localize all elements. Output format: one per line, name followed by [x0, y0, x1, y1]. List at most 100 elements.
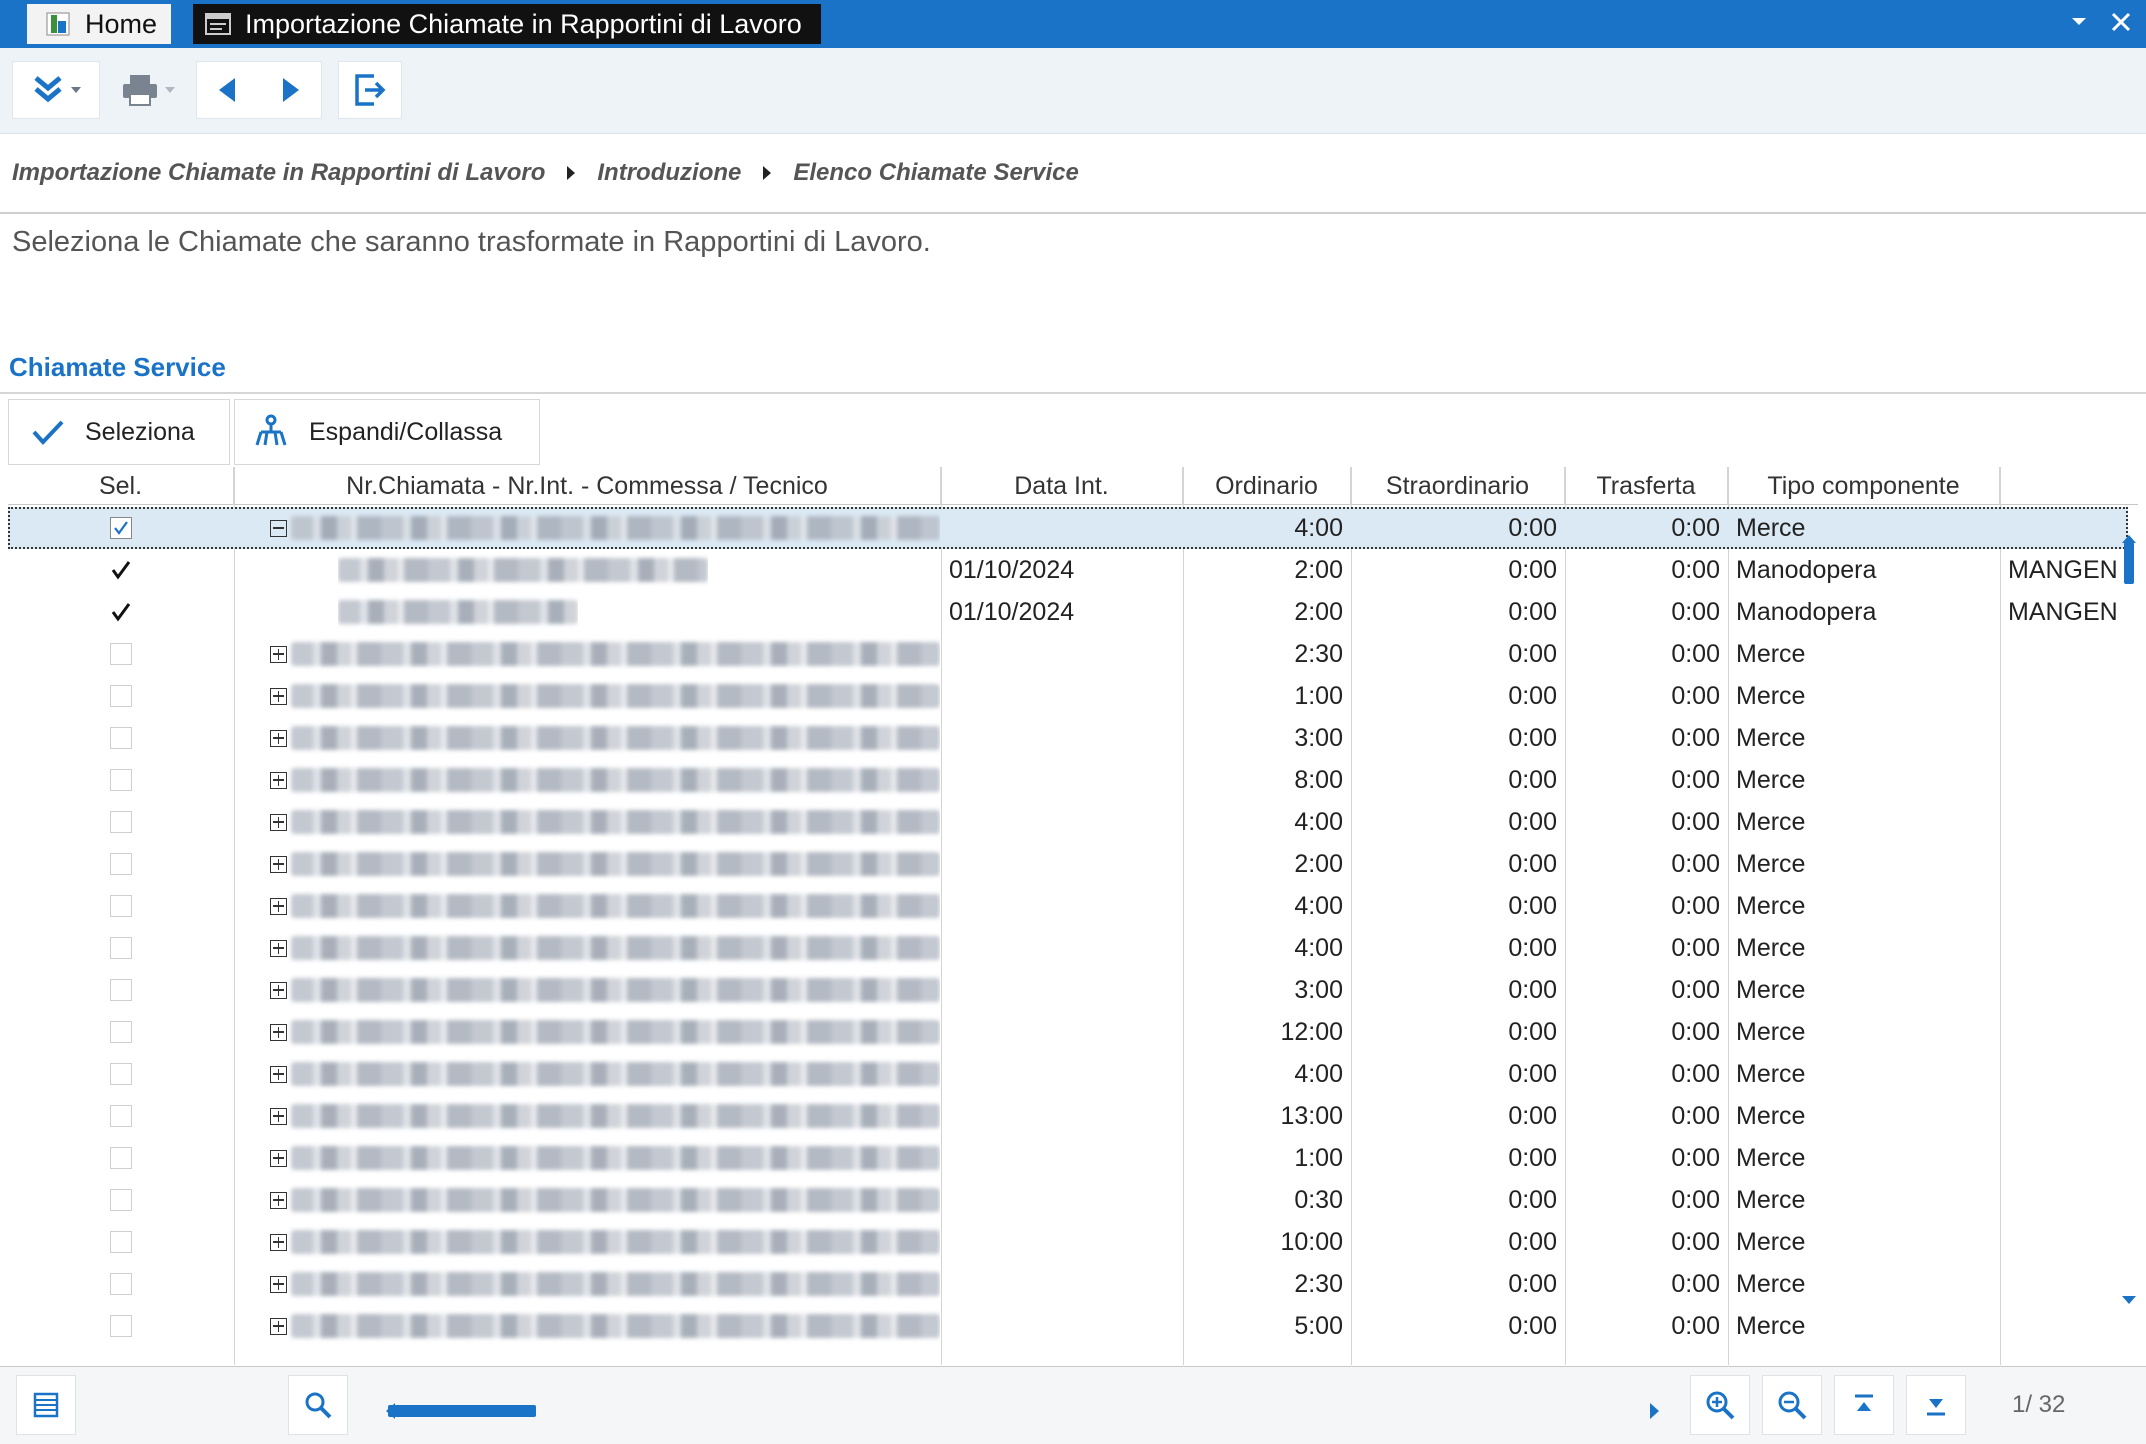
expand-row-icon[interactable]	[270, 813, 287, 831]
expand-row-icon[interactable]	[270, 897, 287, 915]
horizontal-scrollbar[interactable]	[388, 1405, 536, 1417]
row-checkbox[interactable]	[8, 759, 234, 801]
cell-data-int	[941, 1305, 1183, 1347]
go-first-button[interactable]	[1834, 1375, 1894, 1435]
table-row[interactable]: 8:00 0:00 0:00 Merce	[8, 759, 2128, 801]
breadcrumb-item-introduzione[interactable]: Introduzione	[597, 159, 741, 187]
column-header-data-int[interactable]: Data Int.	[941, 467, 1183, 505]
scroll-down-icon[interactable]	[2122, 1296, 2136, 1304]
expand-row-icon[interactable]	[270, 645, 287, 663]
table-row[interactable]: 12:00 0:00 0:00 Merce	[8, 1011, 2128, 1053]
column-header-sel[interactable]: Sel.	[8, 467, 234, 505]
expand-row-icon[interactable]	[270, 1107, 287, 1125]
row-checkbox[interactable]	[8, 507, 234, 549]
search-button[interactable]	[288, 1375, 348, 1435]
cell-straordinario: 0:00	[1508, 1101, 1557, 1130]
column-header-tipo-componente[interactable]: Tipo componente	[1728, 467, 2000, 505]
table-row[interactable]: 3:00 0:00 0:00 Merce	[8, 717, 2128, 759]
column-header-trasferta[interactable]: Trasferta	[1565, 467, 1728, 505]
seleziona-button[interactable]: Seleziona	[8, 399, 230, 465]
arrow-right-icon[interactable]	[259, 73, 319, 107]
row-checkbox[interactable]	[8, 1179, 234, 1221]
table-row[interactable]: 2:30 0:00 0:00 Merce	[8, 633, 2128, 675]
table-row[interactable]: 2:00 0:00 0:00 Merce	[8, 843, 2128, 885]
row-description	[270, 885, 940, 927]
vertical-scrollbar[interactable]	[2124, 542, 2134, 584]
column-header-extra[interactable]	[2000, 467, 2128, 505]
close-icon[interactable]	[2110, 6, 2132, 36]
row-checkbox[interactable]	[8, 591, 234, 633]
table-row[interactable]: 4:00 0:00 0:00 Merce	[8, 507, 2128, 549]
column-header-straordinario[interactable]: Straordinario	[1351, 467, 1565, 505]
row-checkbox[interactable]	[8, 1011, 234, 1053]
row-checkbox[interactable]	[8, 1053, 234, 1095]
exit-button[interactable]	[338, 61, 402, 119]
row-checkbox[interactable]	[8, 717, 234, 759]
row-checkbox[interactable]	[8, 885, 234, 927]
expand-row-icon[interactable]	[270, 1233, 287, 1251]
collapse-row-icon[interactable]	[270, 519, 287, 537]
table-row[interactable]: 01/10/2024 2:00 0:00 0:00 Manodopera MANGEN	[8, 549, 2128, 591]
cell-trasferta: 0:00	[1671, 765, 1720, 794]
column-header-ordinario[interactable]: Ordinario	[1183, 467, 1351, 505]
row-checkbox[interactable]	[8, 1263, 234, 1305]
tab-importazione[interactable]: Importazione Chiamate in Rapportini di L…	[193, 4, 821, 44]
expand-row-icon[interactable]	[270, 1065, 287, 1083]
row-checkbox[interactable]	[8, 1305, 234, 1347]
row-checkbox[interactable]	[8, 843, 234, 885]
table-row[interactable]: 10:00 0:00 0:00 Merce	[8, 1221, 2128, 1263]
expand-all-button[interactable]	[12, 61, 100, 119]
expand-row-icon[interactable]	[270, 1317, 287, 1335]
table-row[interactable]: 4:00 0:00 0:00 Merce	[8, 885, 2128, 927]
expand-row-icon[interactable]	[270, 1149, 287, 1167]
row-checkbox[interactable]	[8, 801, 234, 843]
table-row[interactable]: 5:00 0:00 0:00 Merce	[8, 1305, 2128, 1347]
table-row[interactable]: 4:00 0:00 0:00 Merce	[8, 927, 2128, 969]
zoom-out-button[interactable]	[1762, 1375, 1822, 1435]
row-checkbox[interactable]	[8, 675, 234, 717]
table-row[interactable]: 2:30 0:00 0:00 Merce	[8, 1263, 2128, 1305]
row-checkbox[interactable]	[8, 1095, 234, 1137]
zoom-in-button[interactable]	[1690, 1375, 1750, 1435]
row-checkbox[interactable]	[8, 549, 234, 591]
table-row[interactable]: 3:00 0:00 0:00 Merce	[8, 969, 2128, 1011]
expand-row-icon[interactable]	[270, 729, 287, 747]
go-last-button[interactable]	[1906, 1375, 1966, 1435]
expand-row-icon[interactable]	[270, 771, 287, 789]
expand-row-icon[interactable]	[270, 1275, 287, 1293]
expand-row-icon[interactable]	[270, 855, 287, 873]
table-row[interactable]: 1:00 0:00 0:00 Merce	[8, 1137, 2128, 1179]
expand-row-icon[interactable]	[270, 687, 287, 705]
expand-row-icon[interactable]	[270, 981, 287, 999]
row-checkbox[interactable]	[8, 633, 234, 675]
expand-row-icon[interactable]	[270, 1023, 287, 1041]
expand-row-icon[interactable]	[270, 939, 287, 957]
arrow-left-icon[interactable]	[199, 73, 259, 107]
cell-extra	[2000, 1137, 2128, 1179]
breadcrumb-item-importazione[interactable]: Importazione Chiamate in Rapportini di L…	[12, 159, 545, 187]
list-view-button[interactable]	[16, 1375, 76, 1435]
column-header-nr-chiamata[interactable]: Nr.Chiamata - Nr.Int. - Commessa / Tecni…	[234, 467, 941, 505]
table-row[interactable]: 01/10/2024 2:00 0:00 0:00 Manodopera MANGEN	[8, 591, 2128, 633]
expand-row-icon[interactable]	[270, 1191, 287, 1209]
cell-ordinario: 4:00	[1294, 807, 1343, 836]
row-checkbox[interactable]	[8, 927, 234, 969]
table-row[interactable]: 1:00 0:00 0:00 Merce	[8, 675, 2128, 717]
dropdown-arrow-icon[interactable]	[2070, 6, 2088, 36]
breadcrumb-item-elenco[interactable]: Elenco Chiamate Service	[793, 159, 1078, 187]
row-checkbox[interactable]	[8, 969, 234, 1011]
cell-tipo-componente: Merce	[1736, 1017, 1806, 1046]
row-checkbox[interactable]	[8, 1137, 234, 1179]
table-row[interactable]: 4:00 0:00 0:00 Merce	[8, 801, 2128, 843]
cell-straordinario: 0:00	[1508, 723, 1557, 752]
table-row[interactable]: 4:00 0:00 0:00 Merce	[8, 1053, 2128, 1095]
espandi-collassa-button[interactable]: Espandi/Collassa	[234, 399, 540, 465]
table-row[interactable]: 13:00 0:00 0:00 Merce	[8, 1095, 2128, 1137]
cell-data-int	[941, 1221, 1183, 1263]
table-row[interactable]: 0:30 0:00 0:00 Merce	[8, 1179, 2128, 1221]
print-button[interactable]	[108, 61, 188, 119]
row-checkbox[interactable]	[8, 1221, 234, 1263]
scroll-right-icon[interactable]	[1650, 1403, 1659, 1419]
tab-home[interactable]: Home	[27, 4, 171, 44]
cell-data-int	[941, 969, 1183, 1011]
